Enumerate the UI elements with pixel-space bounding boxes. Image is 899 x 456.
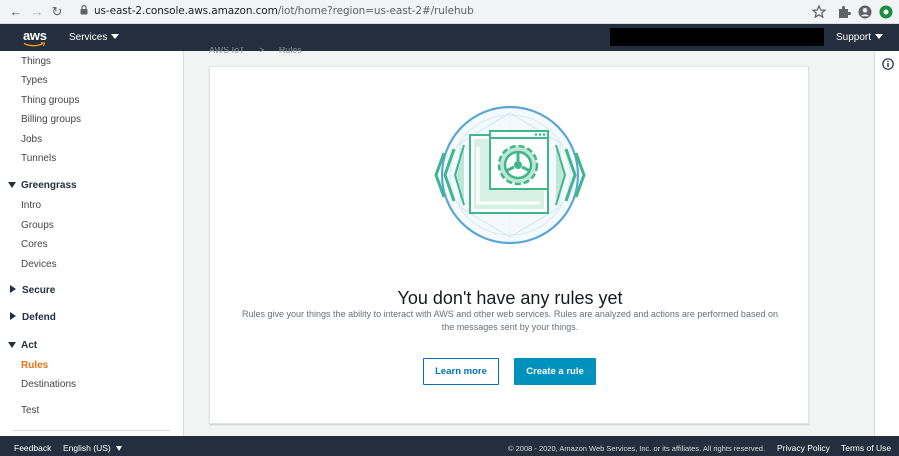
empty-state-card: You don't have any rules yet Rules give … [209, 66, 809, 424]
privacy-policy-link[interactable]: Privacy Policy [777, 443, 830, 453]
sidebar-nav: Things Types Thing groups Billing groups… [0, 51, 184, 436]
sidebar-item-jobs[interactable]: Jobs [21, 134, 42, 145]
url-text[interactable]: us-east-2.console.aws.amazon.com/iot/hom… [94, 5, 474, 17]
help-panel-rail [874, 51, 899, 436]
feedback-link[interactable]: Feedback [14, 443, 51, 453]
sidebar-item-destinations[interactable]: Destinations [21, 379, 76, 390]
sidebar-group-secure[interactable]: Secure [8, 285, 55, 296]
copyright-text: © 2008 - 2020, Amazon Web Services, Inc.… [508, 444, 766, 453]
lock-icon [80, 5, 88, 15]
sidebar-item-intro[interactable]: Intro [21, 200, 41, 211]
bookmark-star-icon[interactable] [811, 4, 827, 20]
browser-toolbar: ← → ↻ us-east-2.console.aws.amazon.com/i… [0, 0, 899, 24]
profile-avatar-icon[interactable] [857, 4, 873, 20]
aws-smile-logo-icon [23, 42, 46, 47]
services-label: Services [69, 32, 108, 43]
sidebar-divider [13, 430, 170, 431]
sidebar-item-thing-groups[interactable]: Thing groups [21, 95, 79, 106]
sidebar-item-types[interactable]: Types [21, 75, 48, 86]
aws-logo[interactable]: aws [23, 28, 47, 43]
group-label: Defend [22, 312, 56, 323]
empty-state-title: You don't have any rules yet [397, 288, 623, 308]
expanded-triangle-icon [8, 182, 16, 188]
extensions-puzzle-icon[interactable] [836, 4, 852, 20]
group-label: Act [21, 340, 38, 351]
aws-console-header: aws Services Support [0, 24, 899, 51]
sidebar-item-rules[interactable]: Rules [21, 360, 48, 371]
services-caret-icon [111, 34, 120, 39]
collapsed-triangle-icon [10, 285, 16, 293]
sidebar-group-defend[interactable]: Defend [8, 312, 56, 323]
sidebar-item-billing-groups[interactable]: Billing groups [21, 114, 81, 125]
breadcrumb-current: Rules [278, 47, 302, 55]
learn-more-button[interactable]: Learn more [423, 358, 499, 385]
support-caret-icon [875, 34, 884, 39]
support-menu[interactable]: Support [836, 32, 884, 43]
language-label: English (US) [63, 443, 111, 453]
sidebar-group-greengrass[interactable]: Greengrass [8, 180, 77, 191]
sidebar-item-cores[interactable]: Cores [21, 239, 48, 250]
extension-green-icon[interactable] [878, 4, 894, 20]
empty-state-description: Rules give your things the ability to in… [242, 309, 778, 332]
expanded-triangle-icon [8, 342, 16, 348]
url-host: us-east-2.console.aws.amazon.com [94, 5, 278, 17]
reload-icon[interactable]: ↻ [49, 4, 65, 20]
group-label: Greengrass [21, 180, 77, 191]
sidebar-group-act[interactable]: Act [8, 340, 37, 351]
console-footer: Feedback English (US) © 2008 - 2020, Ama… [0, 436, 899, 456]
rules-illustration-icon [434, 105, 586, 245]
group-label: Secure [22, 285, 56, 296]
forward-arrow-icon[interactable]: → [29, 4, 45, 20]
redacted-account-bar [610, 28, 824, 46]
collapsed-triangle-icon [10, 312, 16, 320]
support-label: Support [836, 32, 872, 43]
sidebar-item-groups[interactable]: Groups [21, 220, 54, 231]
terms-of-use-link[interactable]: Terms of Use [841, 443, 891, 453]
sidebar-item-test[interactable]: Test [21, 405, 39, 416]
breadcrumb: AWS IoT > Rules [209, 47, 302, 55]
url-path: /iot/home?region=us-east-2#/rulehub [277, 5, 474, 17]
breadcrumb-separator: > [259, 47, 265, 55]
create-rule-button[interactable]: Create a rule [514, 358, 596, 385]
services-menu[interactable]: Services [69, 32, 120, 43]
sidebar-item-things[interactable]: Things [21, 56, 51, 67]
breadcrumb-root[interactable]: AWS IoT [209, 47, 245, 55]
sidebar-item-devices[interactable]: Devices [21, 259, 57, 270]
sidebar-item-tunnels[interactable]: Tunnels [21, 153, 56, 164]
language-selector[interactable]: English (US) [63, 443, 122, 453]
info-icon[interactable] [882, 58, 894, 70]
back-arrow-icon[interactable]: ← [8, 4, 24, 20]
language-caret-icon [115, 446, 122, 451]
